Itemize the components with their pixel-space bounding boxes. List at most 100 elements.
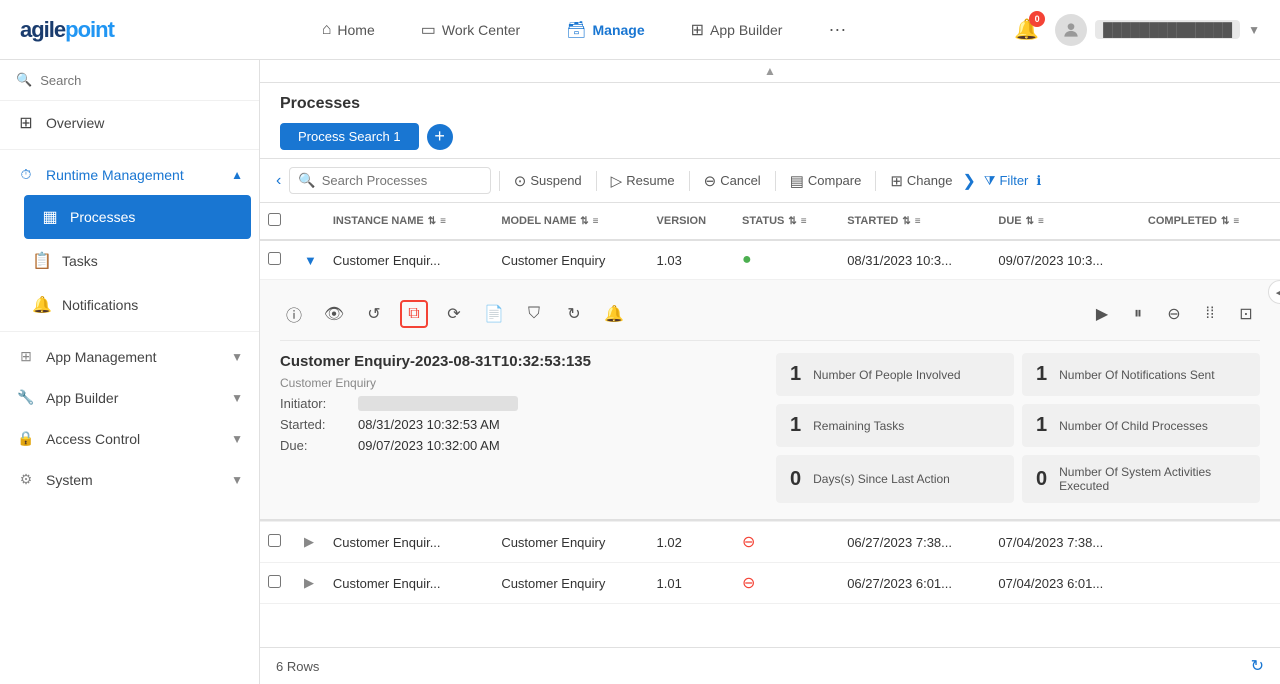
process-search-tab[interactable]: Process Search 1: [280, 123, 419, 150]
expanded-detail-cell: ⓘ 👁 ↺ ⧉ ⟳ 📄 ⛉ ↻ 🔔: [260, 280, 1280, 522]
collapse-bar[interactable]: ▲: [260, 60, 1280, 83]
th-instance-name[interactable]: INSTANCE NAME ⇅ ≡: [325, 203, 493, 240]
row2-checkbox-cell[interactable]: [260, 522, 296, 563]
history-action-icon[interactable]: ⟳: [440, 300, 468, 328]
detail-title: Customer Enquiry-2023-08-31T10:32:53:135: [280, 353, 764, 370]
stat-label-system: Number Of System Activities Executed: [1059, 465, 1246, 493]
export-action-icon[interactable]: ⊡: [1232, 300, 1260, 328]
more-nav-button[interactable]: ···: [820, 15, 854, 44]
suspend-button[interactable]: ⊙ Suspend: [508, 172, 588, 190]
compare-button[interactable]: ▤ Compare: [784, 172, 868, 190]
th-status[interactable]: STATUS ⇅ ≡: [734, 203, 839, 240]
row3-completed: [1140, 563, 1280, 604]
compare-icon: ▤: [790, 172, 804, 190]
row2-checkbox[interactable]: [268, 534, 281, 547]
sidebar-runtime-management[interactable]: ⏱ Runtime Management ▲: [0, 154, 259, 195]
th-model-name[interactable]: MODEL NAME ⇅ ≡: [493, 203, 648, 240]
refresh-action-icon[interactable]: ↺: [360, 300, 388, 328]
view-action-icon[interactable]: 👁: [320, 300, 348, 328]
table-row: ▶ Customer Enquir... Customer Enquiry 1.…: [260, 522, 1280, 563]
stat-number-child: 1: [1036, 414, 1047, 437]
info-action-icon[interactable]: ⓘ: [280, 300, 308, 328]
play-action-icon[interactable]: ▶: [1088, 300, 1116, 328]
row1-checkbox[interactable]: [268, 252, 281, 265]
pause-action-icon[interactable]: ⏸: [1124, 300, 1152, 328]
info-button[interactable]: ℹ: [1036, 173, 1041, 189]
change-button[interactable]: ⊞ Change: [884, 172, 958, 190]
detail-due-value: 09/07/2023 10:32:00 AM: [358, 438, 500, 453]
filter-button[interactable]: ⧩ Filter: [984, 173, 1029, 189]
row3-checkbox-cell[interactable]: [260, 563, 296, 604]
detail-initiator-field: Initiator:: [280, 396, 764, 411]
nav-workcenter[interactable]: ▭ Work Center: [413, 16, 528, 44]
copy-action-icon[interactable]: ⧉: [400, 300, 428, 328]
row1-checkbox-cell[interactable]: [260, 240, 296, 280]
retry-action-icon[interactable]: ↻: [560, 300, 588, 328]
rows-count: 6 Rows: [276, 659, 319, 674]
sidebar-system[interactable]: ⚙ System ▼: [0, 459, 259, 500]
system-icon: ⚙: [16, 471, 36, 488]
more-actions-button[interactable]: ❯: [958, 171, 979, 191]
th-due[interactable]: DUE ⇅ ≡: [990, 203, 1140, 240]
detail-initiator-label: Initiator:: [280, 396, 350, 411]
chevron-down-icon-system: ▼: [231, 473, 243, 487]
sidebar-group-label: Runtime Management: [46, 167, 184, 183]
document-action-icon[interactable]: 📄: [480, 300, 508, 328]
change-icon: ⊞: [890, 172, 903, 190]
back-button[interactable]: ‹: [276, 172, 281, 190]
sidebar-item-processes[interactable]: ▦ Processes: [24, 195, 251, 239]
action-icons-bar: ⓘ 👁 ↺ ⧉ ⟳ 📄 ⛉ ↻ 🔔: [280, 296, 1260, 341]
sidebar-item-tasks[interactable]: 📋 Tasks: [16, 239, 259, 283]
user-area[interactable]: ██████████████ ▼: [1055, 14, 1260, 46]
table-footer: 6 Rows ↻: [260, 647, 1280, 684]
row1-completed: [1140, 240, 1280, 280]
nav-home[interactable]: ⌂ Home: [314, 17, 383, 43]
nav-appbuilder[interactable]: ⊞ App Builder: [683, 16, 791, 44]
sidebar-app-builder[interactable]: 🔧 App Builder ▼: [0, 377, 259, 418]
nav-manage[interactable]: 🗃 Manage: [558, 16, 652, 44]
due-col-label: DUE: [998, 215, 1021, 227]
add-tab-button[interactable]: +: [427, 124, 453, 150]
cancel-button[interactable]: ⊖ Cancel: [698, 172, 767, 190]
hierarchy-action-icon[interactable]: ⛉: [520, 300, 548, 328]
row3-started: 06/27/2023 6:01...: [839, 563, 990, 604]
sidebar-app-management[interactable]: ⊞ App Management ▼: [0, 336, 259, 377]
notify-action-icon[interactable]: 🔔: [600, 300, 628, 328]
row3-expand-cell[interactable]: ▶: [296, 563, 325, 604]
sidebar-search-input[interactable]: [40, 73, 243, 88]
sidebar-group-label: App Management: [46, 349, 157, 365]
filter-label: Filter: [999, 173, 1028, 188]
row3-version: 1.01: [649, 563, 734, 604]
resume-button[interactable]: ▷ Resume: [605, 172, 681, 190]
th-version[interactable]: VERSION: [649, 203, 734, 240]
th-completed[interactable]: COMPLETED ⇅ ≡: [1140, 203, 1280, 240]
search-processes-input[interactable]: [322, 173, 482, 188]
sidebar-item-overview[interactable]: ⊞ Overview: [0, 101, 259, 145]
select-all-header[interactable]: [260, 203, 296, 240]
cancel-label: Cancel: [720, 173, 760, 188]
stop-action-icon[interactable]: ⊖: [1160, 300, 1188, 328]
row1-expand-cell[interactable]: ▼: [296, 240, 325, 280]
user-name: ██████████████: [1095, 20, 1240, 39]
sidebar-access-control[interactable]: 🔒 Access Control ▼: [0, 418, 259, 459]
th-started[interactable]: STARTED ⇅ ≡: [839, 203, 990, 240]
toolbar-separator-3: [689, 171, 690, 191]
sidebar-group-label: App Builder: [46, 390, 118, 406]
version-col-label: VERSION: [657, 215, 707, 227]
search-box: 🔍: [289, 167, 490, 194]
clock-icon: ⏱: [16, 166, 36, 183]
stat-card-child-processes: 1 Number Of Child Processes: [1022, 404, 1260, 447]
chevron-down-icon-appmgmt: ▼: [231, 350, 243, 364]
notification-button[interactable]: 🔔 0: [1014, 17, 1039, 42]
refresh-button[interactable]: ↻: [1251, 656, 1264, 676]
branch-action-icon[interactable]: ⁞⁞: [1196, 300, 1224, 328]
stat-number-system: 0: [1036, 468, 1047, 491]
select-all-checkbox[interactable]: [268, 213, 281, 226]
sidebar-group-label: System: [46, 472, 93, 488]
row2-expand-cell[interactable]: ▶: [296, 522, 325, 563]
right-action-icons: ▶ ⏸ ⊖ ⁞⁞ ⊡: [1088, 300, 1260, 328]
row3-checkbox[interactable]: [268, 575, 281, 588]
row2-instance-name: Customer Enquir...: [325, 522, 493, 563]
sidebar-item-notifications[interactable]: 🔔 Notifications: [16, 283, 259, 327]
stat-label-tasks: Remaining Tasks: [813, 419, 904, 433]
